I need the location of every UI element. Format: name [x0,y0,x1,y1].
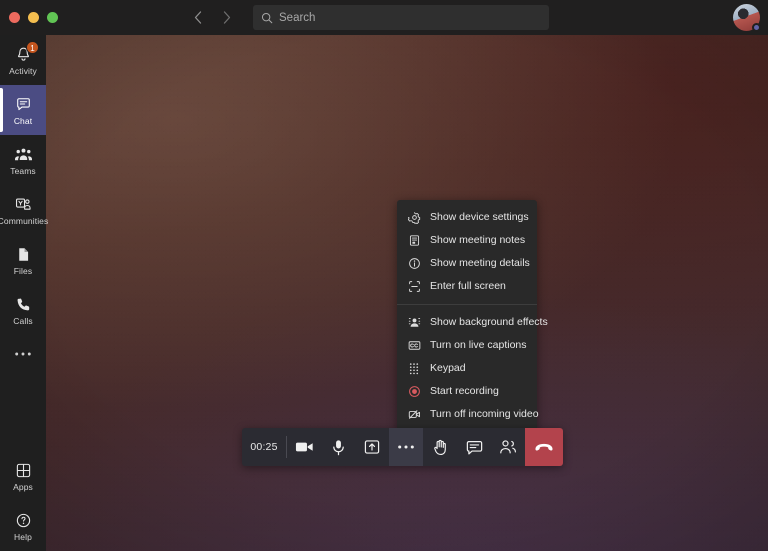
sidebar-item-calls[interactable]: Calls [0,285,46,335]
menu-item-start-recording[interactable]: Start recording [397,380,537,403]
closed-captions-icon [407,339,421,353]
forward-button[interactable] [217,8,237,28]
menu-item-label: Turn off incoming video [430,408,539,421]
menu-item-enter-full-screen[interactable]: Enter full screen [397,275,537,298]
gear-icon [407,211,421,225]
sidebar-item-label: Activity [9,65,37,76]
sidebar-item-help[interactable]: Help [0,501,46,551]
phone-icon [15,295,32,314]
sidebar-item-chat[interactable]: Chat [0,85,46,135]
more-horizontal-icon [14,345,32,364]
menu-item-turn-off-incoming-video[interactable]: Turn off incoming video [397,403,539,426]
fullscreen-icon [407,280,421,294]
sidebar-item-label: Communities [0,215,49,226]
microphone-icon [331,439,346,456]
avatar[interactable] [733,4,761,32]
notes-icon [407,234,421,248]
chevron-right-icon [223,11,231,24]
more-options-button[interactable] [389,428,423,466]
video-off-icon [407,408,421,422]
sidebar-item-label: Apps [13,481,33,492]
teams-meeting-window: Search Activity 1 Chat Teams Communities… [0,0,768,551]
communities-icon [14,195,32,214]
menu-item-label: Keypad [430,362,466,375]
camera-toggle-button[interactable] [287,428,321,466]
menu-item-label: Turn on live captions [430,339,527,352]
background-effects-icon [407,316,421,330]
search-placeholder: Search [279,11,316,24]
chat-bubble-icon [15,95,32,114]
menu-item-keypad[interactable]: Keypad [397,357,537,380]
menu-item-show-meeting-details[interactable]: Show meeting details [397,252,537,275]
menu-item-turn-on-live-captions[interactable]: Turn on live captions [397,334,537,357]
presence-badge [752,23,761,32]
sidebar-item-label: Help [14,531,32,542]
app-sidebar: Activity 1 Chat Teams Communities Files … [0,27,49,551]
menu-group-primary: Show device settings Show meeting notes [397,204,537,300]
show-participants-button[interactable] [491,428,525,466]
share-screen-icon [364,439,380,455]
menu-item-show-device-settings[interactable]: Show device settings [397,206,537,229]
sidebar-item-label: Files [13,265,33,276]
share-screen-button[interactable] [355,428,389,466]
minimize-window-button[interactable] [28,12,39,23]
search-input[interactable]: Search [253,5,549,30]
info-circle-icon [407,257,421,271]
title-bar: Search [0,0,768,35]
menu-group-secondary: Show background effects Turn on live cap… [397,309,548,428]
menu-item-label: Show background effects [430,316,548,329]
mic-toggle-button[interactable] [321,428,355,466]
help-circle-icon [15,511,32,530]
sidebar-item-label: Teams [10,165,36,176]
navigation-arrows [188,8,237,28]
chat-bubble-icon [466,440,483,455]
file-icon [16,245,31,264]
record-icon [407,385,421,399]
more-horizontal-icon [397,444,415,450]
menu-separator [397,304,537,305]
menu-item-label: Show device settings [430,211,529,224]
chevron-left-icon [194,11,202,24]
sidebar-item-label: Chat [13,115,33,126]
people-team-icon [14,145,33,164]
sidebar-item-apps[interactable]: Apps [0,451,46,501]
window-traffic-lights [0,12,58,23]
activity-badge: 1 [26,41,39,54]
apps-grid-icon [15,461,32,480]
sidebar-item-label: Calls [13,315,33,326]
menu-item-show-background-effects[interactable]: Show background effects [397,311,548,334]
call-timer: 00:25 [250,441,278,453]
sidebar-item-communities[interactable]: Communities [0,185,49,235]
menu-item-label: Show meeting notes [430,234,526,247]
raise-hand-button[interactable] [423,428,457,466]
sidebar-item-activity[interactable]: Activity 1 [0,35,46,85]
hang-up-button[interactable] [525,428,563,466]
sidebar-item-teams[interactable]: Teams [0,135,46,185]
camera-icon [295,440,314,454]
menu-item-label: Show meeting details [430,257,530,270]
menu-item-label: Start recording [430,385,499,398]
more-options-menu: Show device settings Show meeting notes [397,200,548,432]
people-icon [499,439,517,455]
close-window-button[interactable] [9,12,20,23]
search-icon [261,12,273,24]
menu-item-label: Enter full screen [430,280,506,293]
keypad-icon [407,362,421,376]
sidebar-item-files[interactable]: Files [0,235,46,285]
phone-hangup-icon [534,442,554,453]
zoom-window-button[interactable] [47,12,58,23]
call-control-bar: 00:25 [242,428,563,466]
show-conversation-button[interactable] [457,428,491,466]
raise-hand-icon [433,439,448,456]
sidebar-more-button[interactable] [0,335,46,373]
menu-item-show-meeting-notes[interactable]: Show meeting notes [397,229,537,252]
back-button[interactable] [188,8,208,28]
